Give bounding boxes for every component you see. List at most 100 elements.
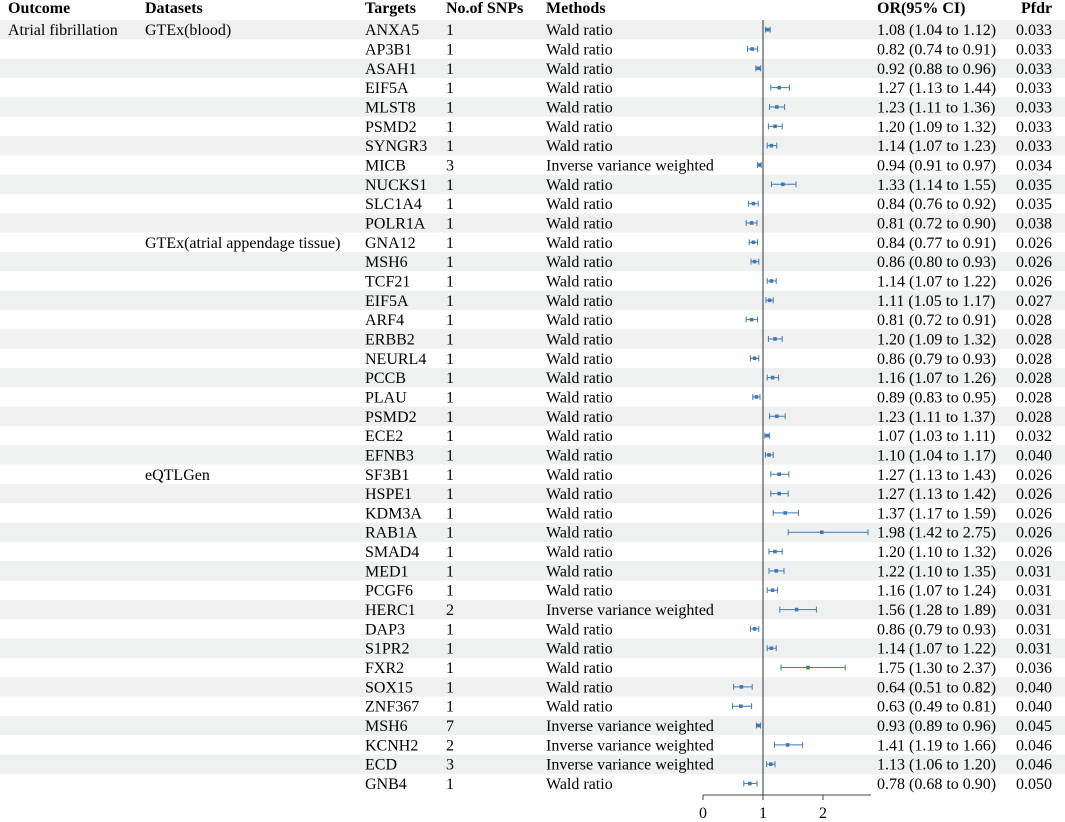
cell-method: Wald ratio [546,621,613,638]
point-estimate [739,704,743,709]
cell-method: Wald ratio [546,80,613,97]
cell-snps: 1 [446,138,454,155]
point-estimate [777,472,781,477]
cell-or-text: 0.78 (0.68 to 0.90) [877,776,996,793]
cell-snps: 2 [446,602,454,619]
cell-snps: 1 [446,61,454,78]
cell-target: PSMD2 [365,119,417,136]
cell-dataset: eQTLGen [145,467,210,484]
point-estimate [769,279,774,283]
cell-method: Wald ratio [546,41,613,58]
cell-snps: 1 [446,389,454,406]
cell-method: Wald ratio [546,583,613,600]
cell-snps: 1 [446,525,454,542]
cell-snps: 1 [446,621,454,638]
cell-pfdr: 0.040 [1016,679,1052,696]
point-estimate [775,414,779,419]
point-estimate [751,201,756,206]
cell-or-text: 1.11 (1.05 to 1.17) [877,293,996,310]
header-no-of-snps: No.of SNPs [446,0,523,17]
cell-pfdr: 0.026 [1016,525,1052,542]
point-estimate [806,665,810,670]
cell-target: EIF5A [365,293,409,310]
cell-snps: 1 [446,505,454,522]
cell-pfdr: 0.033 [1016,41,1052,58]
cell-or-text: 1.23 (1.11 to 1.36) [877,99,996,116]
cell-or-text: 1.75 (1.30 to 2.37) [877,660,996,677]
cell-pfdr: 0.031 [1016,641,1052,658]
cell-or-text: 0.64 (0.51 to 0.82) [877,679,996,696]
cell-snps: 1 [446,544,454,561]
cell-snps: 1 [446,22,454,39]
cell-pfdr: 0.031 [1016,621,1052,638]
cell-snps: 1 [446,660,454,677]
point-estimate [765,433,769,438]
cell-method: Wald ratio [546,370,613,387]
point-estimate [794,607,799,612]
cell-or-text: 0.82 (0.74 to 0.91) [877,41,996,58]
cell-snps: 1 [446,409,454,426]
point-estimate [773,549,777,554]
point-estimate [785,743,790,747]
cell-or-text: 0.92 (0.88 to 0.96) [877,61,996,78]
cell-target: ASAH1 [365,61,417,78]
cell-target: SYNGR3 [365,138,427,155]
cell-method: Wald ratio [546,660,613,677]
cell-pfdr: 0.026 [1016,544,1052,561]
cell-snps: 1 [446,776,454,793]
cell-pfdr: 0.046 [1016,737,1052,754]
cell-pfdr: 0.026 [1016,486,1052,503]
cell-target: NUCKS1 [365,177,427,194]
point-estimate [774,569,778,573]
cell-or-text: 1.27 (1.13 to 1.43) [877,467,996,484]
cell-method: Wald ratio [546,254,613,271]
cell-target: KCNH2 [365,737,418,754]
cell-method: Wald ratio [546,679,613,696]
point-estimate [777,491,781,496]
cell-method: Wald ratio [546,61,613,78]
cell-target: DAP3 [365,621,405,638]
cell-pfdr: 0.046 [1016,757,1052,774]
cell-snps: 1 [446,563,454,580]
cell-pfdr: 0.033 [1016,80,1052,97]
cell-pfdr: 0.028 [1016,351,1052,368]
cell-target: ZNF367 [365,699,419,716]
cell-method: Inverse variance weighted [546,737,714,754]
point-estimate [773,337,777,341]
cell-or-text: 0.86 (0.80 to 0.93) [877,254,996,271]
point-estimate [750,47,754,51]
cell-method: Wald ratio [546,235,613,252]
cell-dataset: GTEx(blood) [145,22,231,39]
cell-pfdr: 0.035 [1016,196,1052,213]
cell-snps: 1 [446,351,454,368]
cell-snps: 1 [446,583,454,600]
point-estimate [783,511,787,515]
cell-method: Inverse variance weighted [546,718,714,735]
point-estimate [749,221,754,225]
cell-snps: 1 [446,312,454,329]
cell-pfdr: 0.033 [1016,138,1052,155]
cell-pfdr: 0.040 [1016,699,1052,716]
cell-pfdr: 0.027 [1016,293,1052,310]
point-estimate [749,317,754,322]
cell-method: Wald ratio [546,389,613,406]
cell-or-text: 0.86 (0.79 to 0.93) [877,621,996,638]
cell-pfdr: 0.026 [1016,273,1052,290]
cell-snps: 1 [446,370,454,387]
cell-target: MED1 [365,563,409,580]
cell-target: TCF21 [365,273,410,290]
point-estimate [752,627,757,631]
cell-or-text: 1.10 (1.04 to 1.17) [877,447,996,464]
cell-target: NEURL4 [365,351,426,368]
cell-target: PSMD2 [365,409,417,426]
point-estimate [739,685,744,689]
cell-snps: 1 [446,235,454,252]
cell-pfdr: 0.032 [1016,428,1052,445]
point-estimate [775,105,779,109]
header-outcome: Outcome [8,0,70,17]
cell-target: POLR1A [365,215,426,232]
cell-or-text: 1.33 (1.14 to 1.55) [877,177,996,194]
cell-snps: 1 [446,99,454,116]
cell-method: Inverse variance weighted [546,157,714,174]
cell-target: RAB1A [365,525,418,542]
